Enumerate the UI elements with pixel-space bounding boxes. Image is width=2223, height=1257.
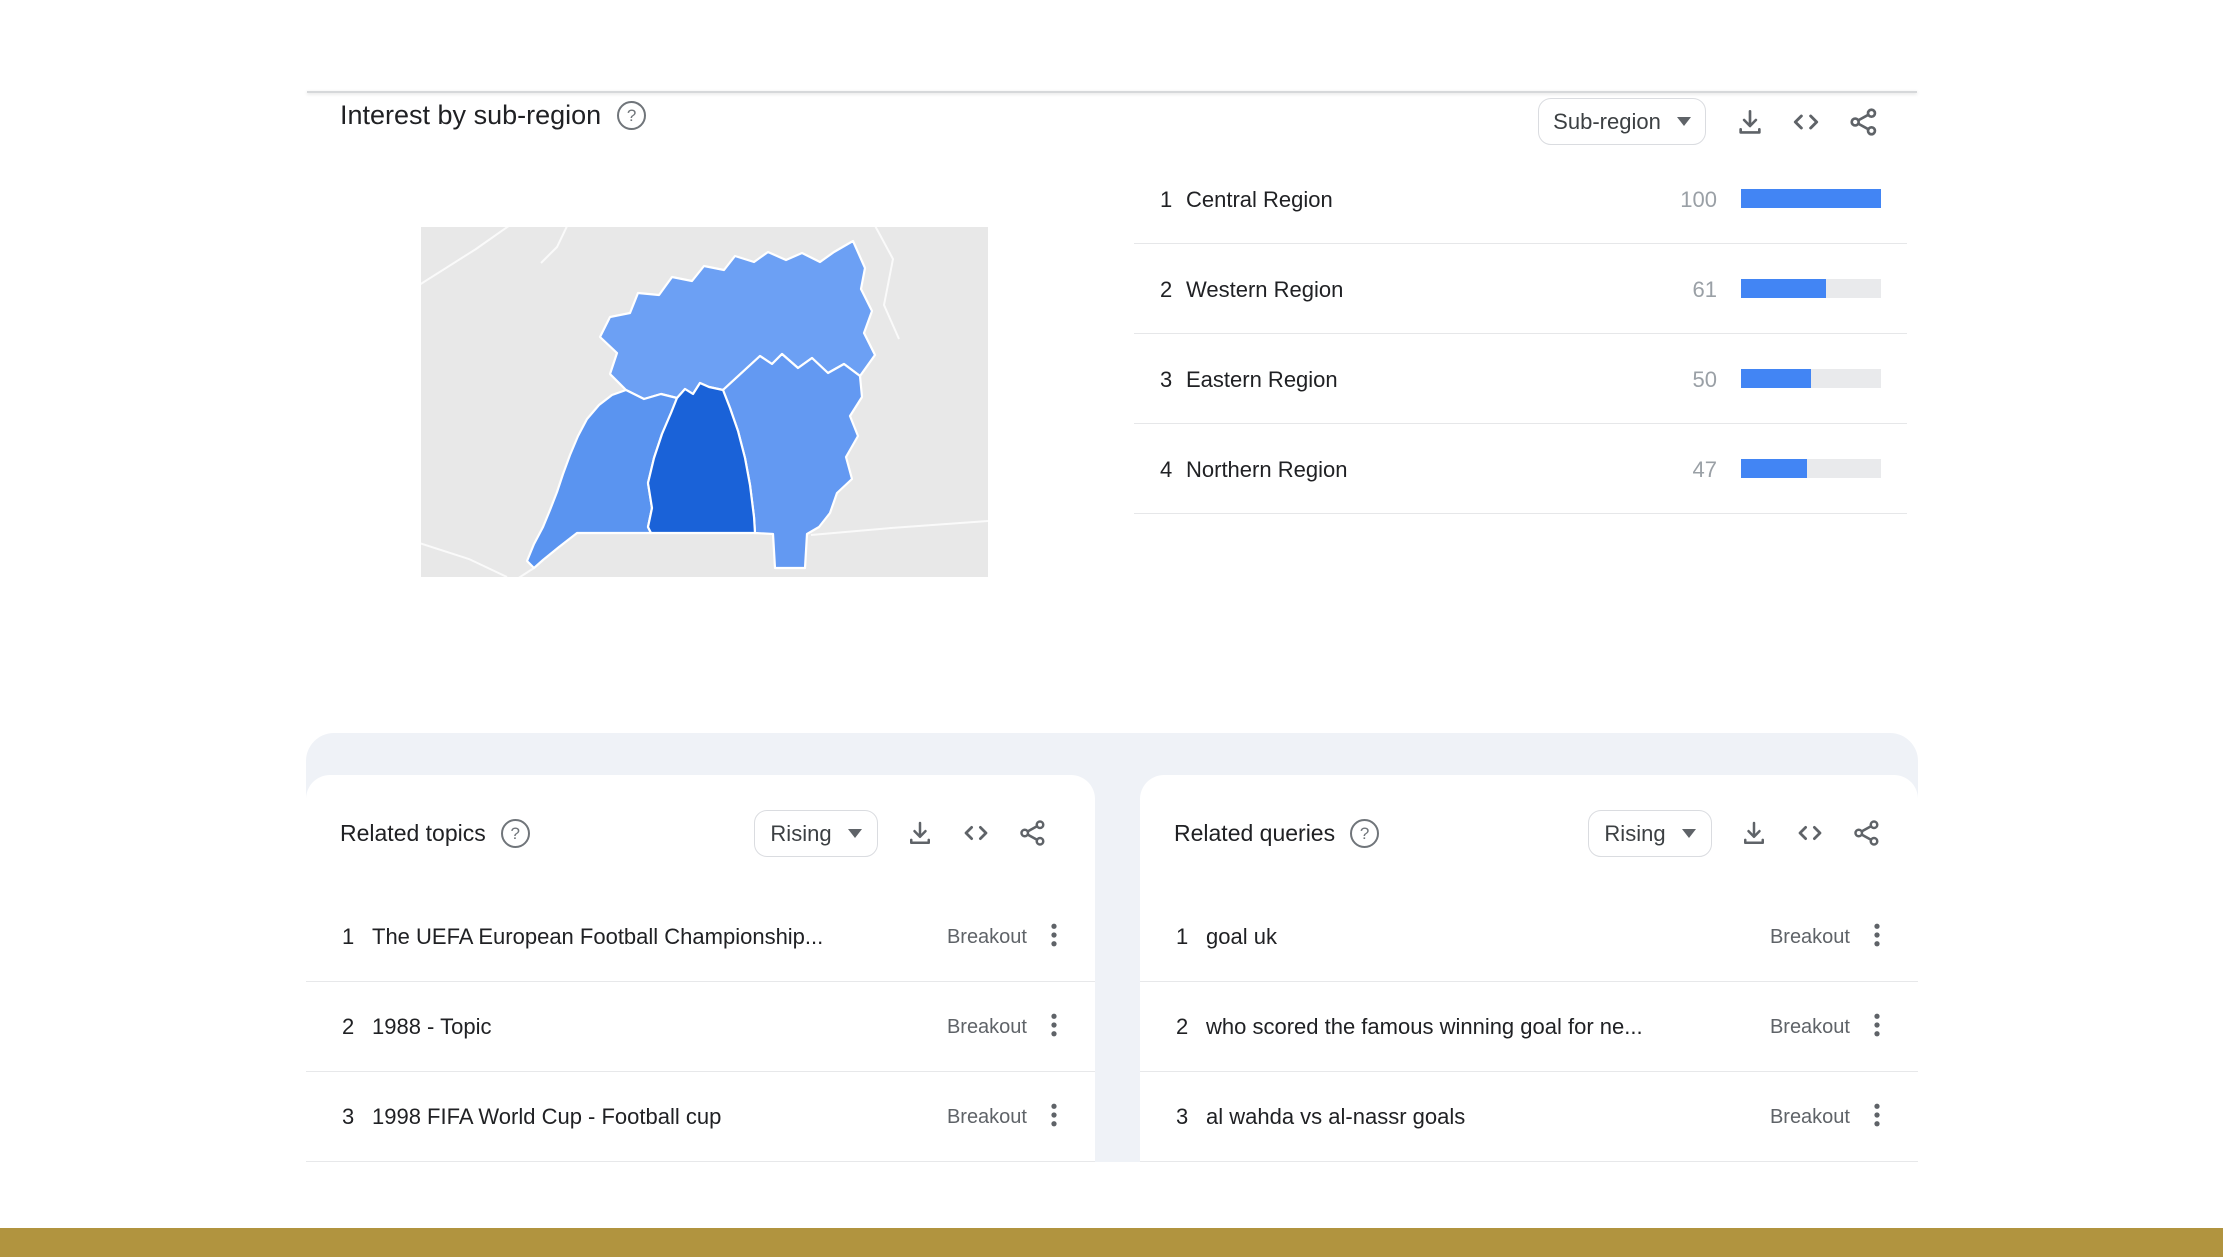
share-icon[interactable] [1847,813,1887,853]
region-rank-list: 1 Central Region 100 2 Western Region 61… [1134,154,1907,514]
region-bar-track [1741,369,1881,388]
row-rank: 2 [342,1014,355,1039]
help-circle-icon[interactable]: ? [500,819,530,848]
rising-dropdown-value: Rising [770,820,832,846]
breakout-badge: Breakout [1769,1106,1850,1128]
rising-dropdown[interactable]: Rising [754,810,878,857]
breakout-badge: Breakout [946,1016,1027,1038]
embed-code-icon[interactable] [1790,813,1830,853]
more-options-icon[interactable] [1862,1010,1892,1045]
interest-section-header: Interest by sub-region ? [340,100,647,131]
sub-region-dropdown[interactable]: Sub-region [1538,98,1706,145]
rising-dropdown-value: Rising [1604,820,1666,846]
related-topics-card: Related topics ? Rising 1 The UEFA Europ… [306,775,1095,1257]
region-name: Central Region [1186,187,1333,212]
row-label: who scored the famous winning goal for n… [1206,1014,1643,1039]
row-rank: 3 [1176,1104,1189,1129]
help-circle-icon[interactable]: ? [617,101,647,130]
share-icon[interactable] [1844,102,1884,142]
more-options-icon[interactable] [1039,1100,1069,1135]
breakout-badge: Breakout [1769,1016,1850,1038]
embed-code-icon[interactable] [1786,102,1826,142]
breakout-badge: Breakout [946,1106,1027,1128]
download-icon[interactable] [1730,102,1770,142]
footer-gold-bar [0,1228,2223,1257]
share-icon[interactable] [1013,813,1053,853]
region-name: Eastern Region [1186,367,1338,392]
card-title: Related topics [340,820,486,846]
row-rank: 2 [1176,1014,1189,1039]
row-label: al wahda vs al-nassr goals [1206,1104,1466,1129]
region-row-central[interactable]: 1 Central Region 100 [1134,154,1907,244]
row-label: goal uk [1206,924,1277,949]
related-queries-header: Related queries ? [1174,819,1380,848]
related-queries-list: 1 goal uk Breakout 2 who scored the famo… [1140,892,1918,1162]
related-query-row[interactable]: 1 goal uk Breakout [1140,892,1918,982]
breakout-badge: Breakout [1769,926,1850,948]
row-rank: 3 [342,1104,355,1129]
more-options-icon[interactable] [1862,920,1892,955]
breakout-badge: Breakout [946,926,1027,948]
region-bar-track [1741,189,1881,208]
related-topic-row[interactable]: 1 The UEFA European Football Championshi… [306,892,1095,982]
related-topic-row[interactable]: 2 1988 - Topic Breakout [306,982,1095,1072]
related-queries-card: Related queries ? Rising 1 goal uk Break… [1140,775,1918,1257]
region-bar-fill [1741,279,1827,298]
region-rank: 2 [1160,277,1173,302]
chevron-down-icon [847,829,862,838]
region-row-western[interactable]: 2 Western Region 61 [1134,244,1907,334]
row-rank: 1 [342,924,355,949]
card-title: Related queries [1174,820,1336,846]
download-icon[interactable] [900,813,940,853]
rising-dropdown[interactable]: Rising [1588,810,1712,857]
related-topics-header: Related topics ? [340,819,530,848]
row-label: 1998 FIFA World Cup - Football cup [372,1104,722,1129]
related-query-row[interactable]: 2 who scored the famous winning goal for… [1140,982,1918,1072]
row-label: 1988 - Topic [372,1014,492,1039]
region-bar-track [1741,279,1881,298]
more-options-icon[interactable] [1039,1010,1069,1045]
download-icon[interactable] [1734,813,1774,853]
related-query-row[interactable]: 3 al wahda vs al-nassr goals Breakout [1140,1072,1918,1162]
region-value: 61 [1692,277,1717,302]
region-value: 47 [1692,457,1717,482]
chevron-down-icon [1681,829,1696,838]
row-rank: 1 [1176,924,1189,949]
related-topics-list: 1 The UEFA European Football Championshi… [306,892,1095,1162]
sub-region-map[interactable] [415,221,989,580]
section-top-divider [307,91,1917,93]
region-row-northern[interactable]: 4 Northern Region 47 [1134,424,1907,514]
region-value: 100 [1680,187,1717,212]
chevron-down-icon [1676,117,1691,126]
region-bar-fill [1741,459,1807,478]
page-title: Interest by sub-region [340,100,602,130]
region-name: Northern Region [1186,457,1348,482]
region-rank: 4 [1160,457,1173,482]
region-value: 50 [1692,367,1717,392]
help-circle-icon[interactable]: ? [1350,819,1380,848]
more-options-icon[interactable] [1039,920,1069,955]
region-bar-fill [1741,369,1811,388]
more-options-icon[interactable] [1862,1100,1892,1135]
region-name: Western Region [1186,277,1344,302]
region-rank: 3 [1160,367,1173,392]
sub-region-dropdown-value: Sub-region [1553,108,1661,134]
row-label: The UEFA European Football Championship.… [372,924,824,949]
embed-code-icon[interactable] [956,813,996,853]
region-rank: 1 [1160,187,1173,212]
region-bar-track [1741,459,1881,478]
region-bar-fill [1741,189,1881,208]
region-row-eastern[interactable]: 3 Eastern Region 50 [1134,334,1907,424]
related-topic-row[interactable]: 3 1998 FIFA World Cup - Football cup Bre… [306,1072,1095,1162]
